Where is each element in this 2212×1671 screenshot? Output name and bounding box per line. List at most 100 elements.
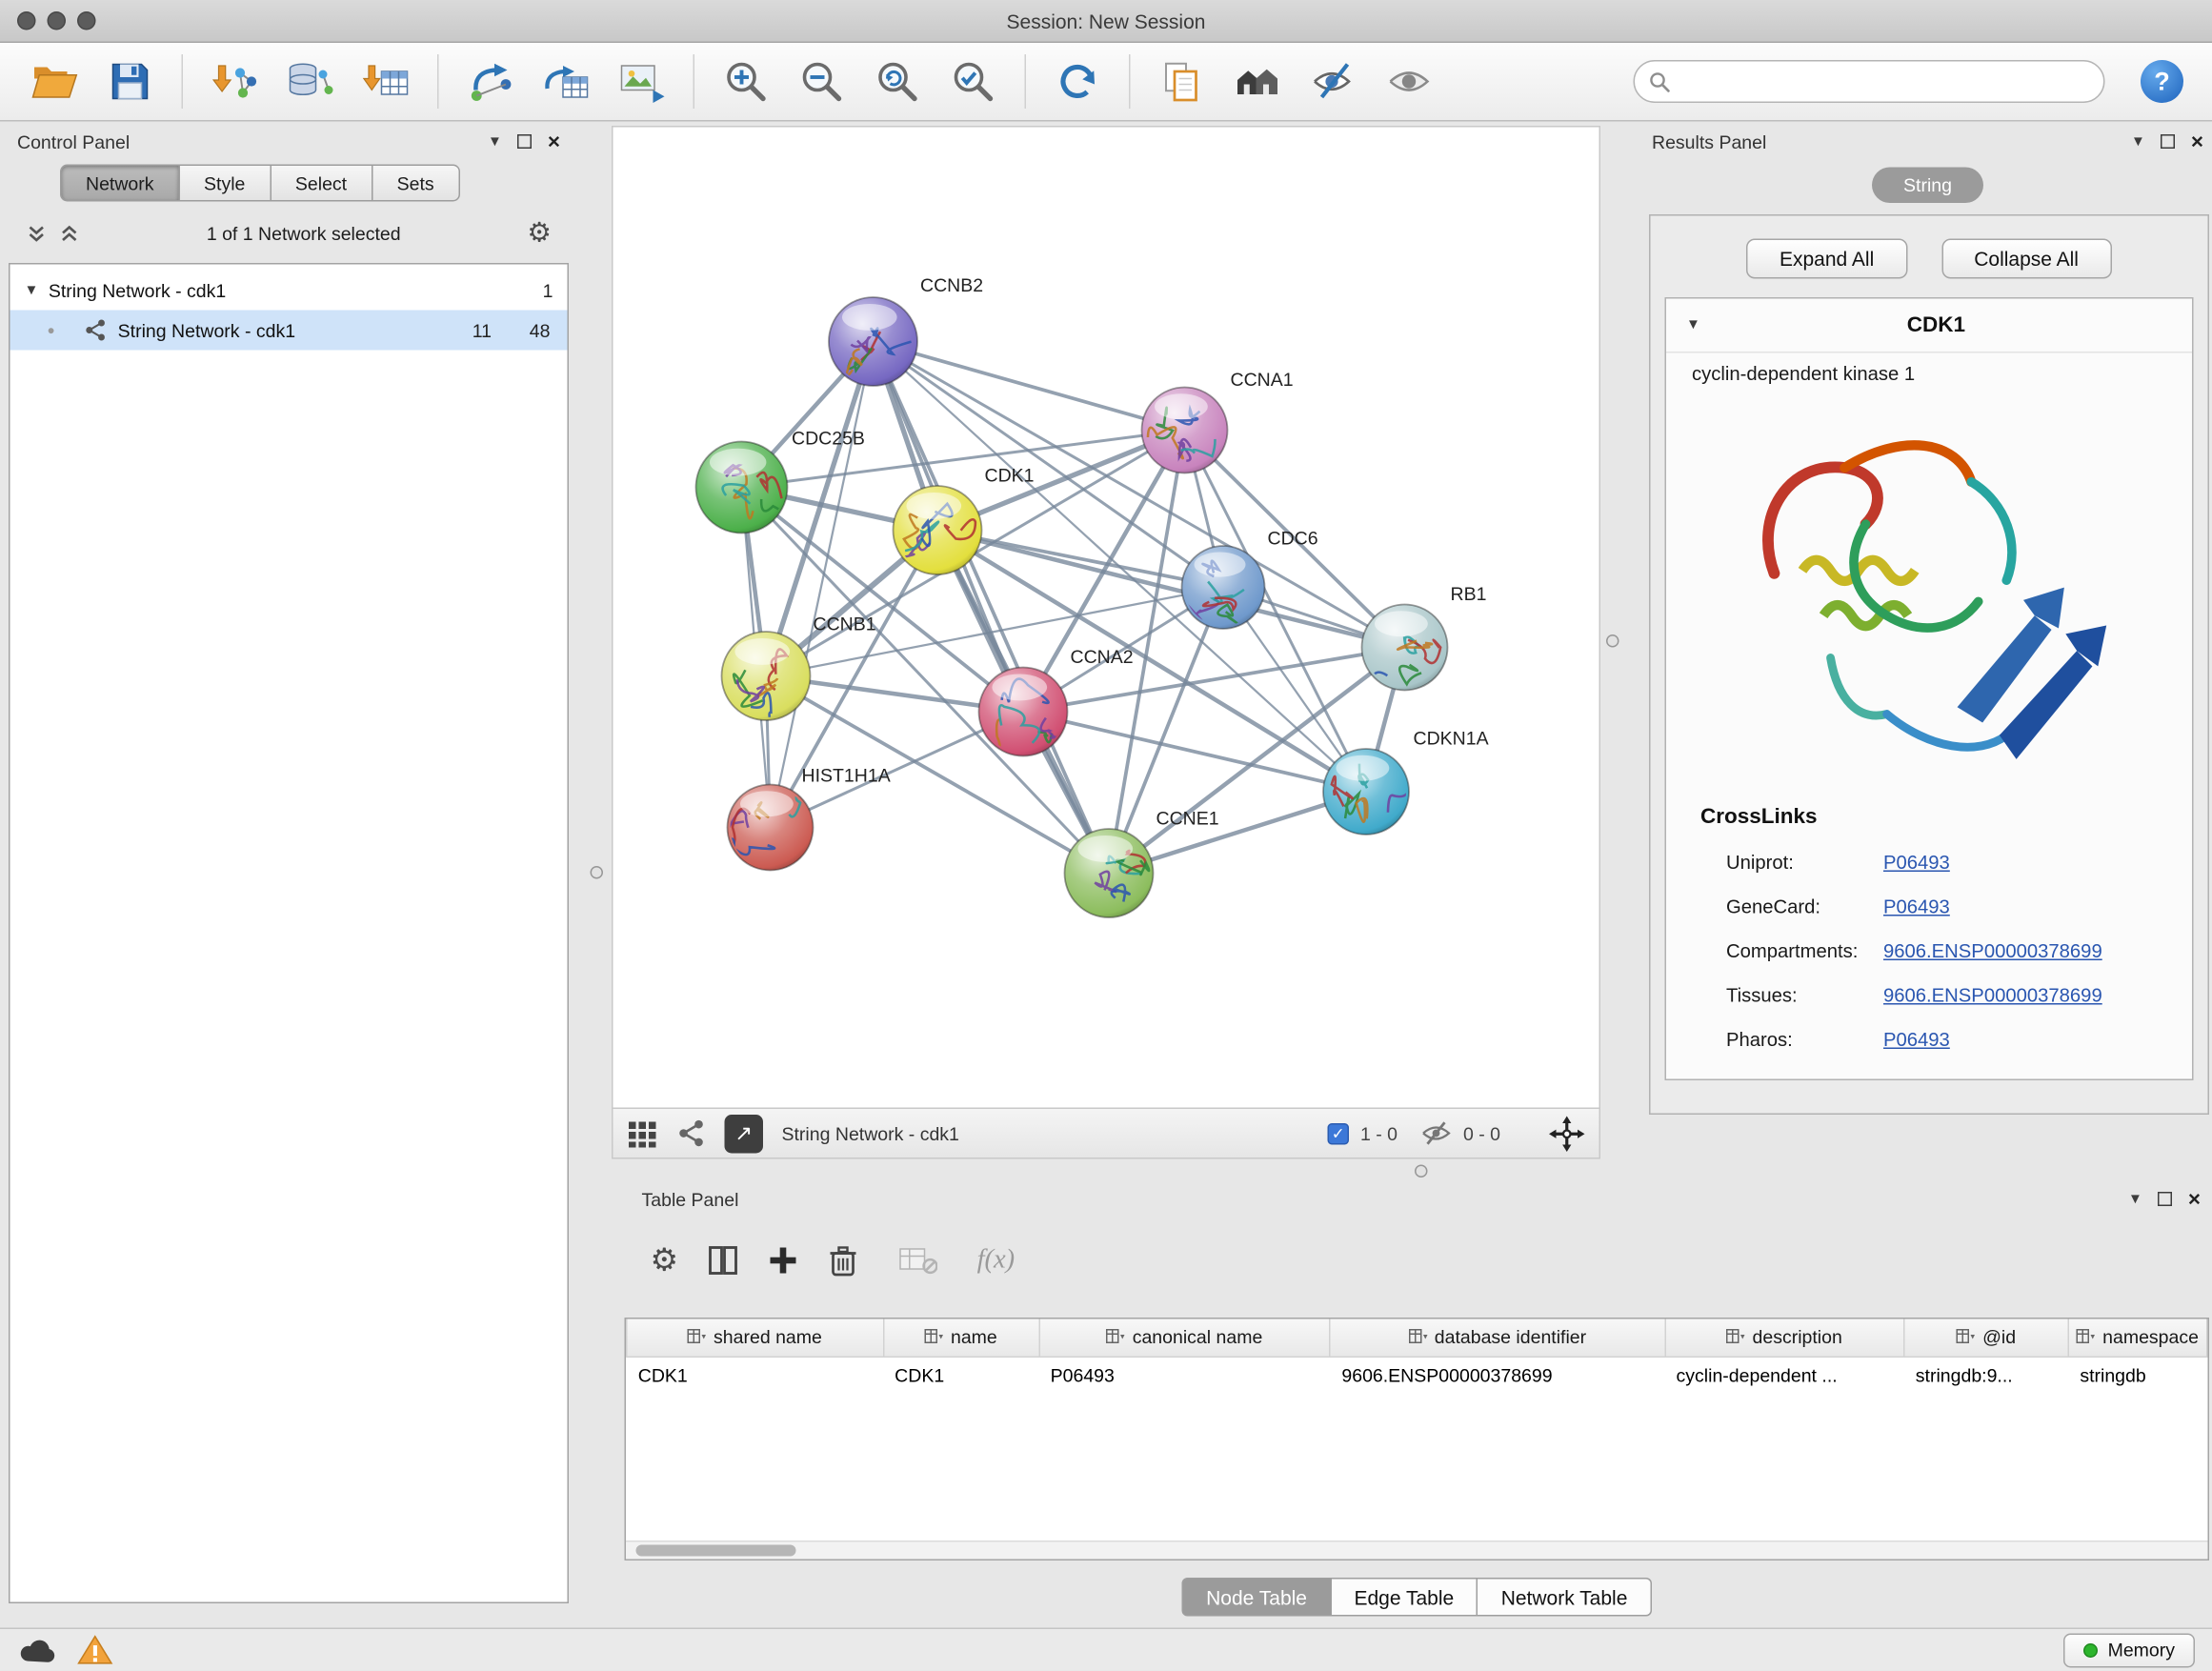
pan-crosshair-icon[interactable] bbox=[1549, 1116, 1585, 1152]
collapse-all-button[interactable]: Collapse All bbox=[1941, 239, 2112, 279]
expand-all-icon[interactable] bbox=[59, 224, 81, 243]
first-neighbors-button[interactable] bbox=[1226, 49, 1289, 114]
column-header-description[interactable]: description bbox=[1665, 1319, 1904, 1357]
collapse-all-icon[interactable] bbox=[26, 224, 48, 243]
tab-network[interactable]: Network bbox=[60, 165, 180, 202]
collapse-panel-button[interactable]: ▼ bbox=[2131, 133, 2145, 150]
tab-select[interactable]: Select bbox=[271, 165, 372, 202]
network-node-CCNA1[interactable]: CCNA1 bbox=[1142, 370, 1294, 473]
scrollbar-thumb[interactable] bbox=[636, 1545, 796, 1557]
network-collection-row[interactable]: ▼ String Network - cdk1 1 bbox=[10, 271, 568, 311]
tab-style[interactable]: Style bbox=[180, 165, 271, 202]
crosslink-value-link[interactable]: P06493 bbox=[1883, 1029, 1950, 1051]
export-image-button[interactable] bbox=[611, 49, 674, 114]
zoom-fit-button[interactable] bbox=[866, 49, 929, 114]
gene-card-expander-icon[interactable]: ▼ bbox=[1686, 317, 1700, 333]
network-edge[interactable] bbox=[771, 342, 874, 828]
network-node-RB1[interactable]: RB1 bbox=[1358, 584, 1487, 693]
column-header-canonical-name[interactable]: canonical name bbox=[1039, 1319, 1331, 1357]
column-header--id[interactable]: @id bbox=[1904, 1319, 2069, 1357]
open-session-button[interactable] bbox=[23, 49, 86, 114]
save-session-button[interactable] bbox=[99, 49, 162, 114]
close-panel-button[interactable]: × bbox=[548, 131, 560, 152]
network-view[interactable]: CCNB2CCNA1CDC25BCDK1CDC6RB1CCNB1CCNA2CDK… bbox=[612, 126, 1600, 1109]
close-panel-button[interactable]: × bbox=[2191, 131, 2203, 152]
copy-button[interactable] bbox=[1151, 49, 1214, 114]
import-network-from-file-button[interactable] bbox=[203, 49, 266, 114]
table-settings-gear-icon[interactable]: ⚙ bbox=[651, 1245, 679, 1277]
left-splitter-handle[interactable] bbox=[591, 866, 604, 879]
collapse-panel-button[interactable]: ▼ bbox=[488, 133, 502, 150]
network-edge[interactable] bbox=[874, 342, 1110, 874]
refresh-button[interactable] bbox=[1046, 49, 1109, 114]
float-panel-button[interactable] bbox=[517, 134, 532, 149]
delete-column-trash-icon[interactable] bbox=[827, 1243, 858, 1278]
crosslink-value-link[interactable]: 9606.ENSP00000378699 bbox=[1883, 940, 2102, 962]
zoom-in-button[interactable] bbox=[714, 49, 777, 114]
cloud-icon[interactable] bbox=[17, 1637, 57, 1664]
zoom-out-button[interactable] bbox=[791, 49, 854, 114]
table-cell[interactable]: P06493 bbox=[1039, 1357, 1331, 1394]
birds-eye-view-icon[interactable] bbox=[628, 1119, 659, 1147]
new-table-button[interactable] bbox=[534, 49, 597, 114]
right-splitter-handle[interactable] bbox=[1606, 634, 1619, 648]
network-edge[interactable] bbox=[874, 342, 1185, 431]
detach-view-button[interactable]: ↗ bbox=[725, 1114, 764, 1153]
help-button[interactable]: ? bbox=[2141, 60, 2183, 103]
zoom-selected-button[interactable] bbox=[942, 49, 1005, 114]
column-header-shared-name[interactable]: shared name bbox=[627, 1319, 883, 1357]
table-cell[interactable]: CDK1 bbox=[627, 1357, 883, 1394]
import-table-from-file-button[interactable] bbox=[354, 49, 417, 114]
horizontal-scrollbar[interactable] bbox=[626, 1540, 2208, 1560]
tree-expander-icon[interactable]: ▼ bbox=[25, 282, 39, 298]
new-network-button[interactable] bbox=[459, 49, 522, 114]
crosslink-value-link[interactable]: 9606.ENSP00000378699 bbox=[1883, 985, 2102, 1007]
warning-icon[interactable] bbox=[77, 1634, 113, 1667]
table-cell[interactable]: stringdb bbox=[2068, 1357, 2206, 1394]
zoom-window-button[interactable] bbox=[77, 11, 96, 30]
network-row[interactable]: ● String Network - cdk1 11 48 bbox=[10, 311, 568, 351]
table-row[interactable]: CDK1CDK1P064939606.ENSP00000378699cyclin… bbox=[627, 1357, 2207, 1394]
graph-view-icon[interactable] bbox=[677, 1119, 706, 1148]
table-cell[interactable]: cyclin-dependent ... bbox=[1665, 1357, 1904, 1394]
network-node-CCNB1[interactable]: CCNB1 bbox=[722, 614, 876, 732]
network-node-CDK1[interactable]: CDK1 bbox=[894, 466, 1035, 574]
column-header-database-identifier[interactable]: database identifier bbox=[1330, 1319, 1664, 1357]
crosslink-value-link[interactable]: P06493 bbox=[1883, 896, 1950, 918]
network-node-HIST1H1A[interactable]: HIST1H1A bbox=[716, 766, 891, 871]
minimize-window-button[interactable] bbox=[48, 11, 67, 30]
float-panel-button[interactable] bbox=[2161, 134, 2175, 149]
network-node-CCNB2[interactable]: CCNB2 bbox=[829, 275, 983, 386]
add-column-plus-icon[interactable] bbox=[767, 1245, 798, 1277]
expand-all-button[interactable]: Expand All bbox=[1746, 239, 1906, 279]
column-header-name[interactable]: name bbox=[883, 1319, 1038, 1357]
search-input[interactable] bbox=[1680, 70, 2089, 92]
tab-sets[interactable]: Sets bbox=[372, 165, 460, 202]
crosslink-value-link[interactable]: P06493 bbox=[1883, 852, 1950, 874]
network-node-CDKN1A[interactable]: CDKN1A bbox=[1323, 729, 1489, 836]
string-tab[interactable]: String bbox=[1872, 168, 1983, 204]
import-network-from-database-button[interactable] bbox=[279, 49, 342, 114]
show-all-button[interactable] bbox=[1377, 49, 1440, 114]
table-cell[interactable]: 9606.ENSP00000378699 bbox=[1330, 1357, 1664, 1394]
selected-checkbox-icon[interactable]: ✓ bbox=[1327, 1122, 1349, 1144]
tab-node-table[interactable]: Node Table bbox=[1182, 1578, 1332, 1617]
show-columns-icon[interactable] bbox=[707, 1245, 738, 1277]
close-window-button[interactable] bbox=[17, 11, 36, 30]
float-panel-button[interactable] bbox=[2158, 1192, 2172, 1206]
function-builder-icon[interactable]: f(x) bbox=[977, 1245, 1016, 1277]
network-edge[interactable] bbox=[1023, 712, 1366, 792]
column-header-namespace[interactable]: namespace bbox=[2068, 1319, 2206, 1357]
collapse-panel-button[interactable]: ▼ bbox=[2128, 1191, 2142, 1207]
network-node-CDC6[interactable]: CDC6 bbox=[1179, 529, 1318, 630]
table-cell[interactable]: stringdb:9... bbox=[1904, 1357, 2069, 1394]
hide-selected-button[interactable] bbox=[1302, 49, 1365, 114]
network-graph[interactable]: CCNB2CCNA1CDC25BCDK1CDC6RB1CCNB1CCNA2CDK… bbox=[613, 128, 1599, 1108]
table-cell[interactable]: CDK1 bbox=[883, 1357, 1038, 1394]
gear-icon[interactable]: ⚙ bbox=[527, 219, 552, 247]
memory-button[interactable]: Memory bbox=[2063, 1633, 2195, 1667]
tab-edge-table[interactable]: Edge Table bbox=[1331, 1578, 1478, 1617]
tab-network-table[interactable]: Network Table bbox=[1478, 1578, 1652, 1617]
close-panel-button[interactable]: × bbox=[2188, 1188, 2201, 1210]
search-field[interactable] bbox=[1634, 60, 2105, 103]
